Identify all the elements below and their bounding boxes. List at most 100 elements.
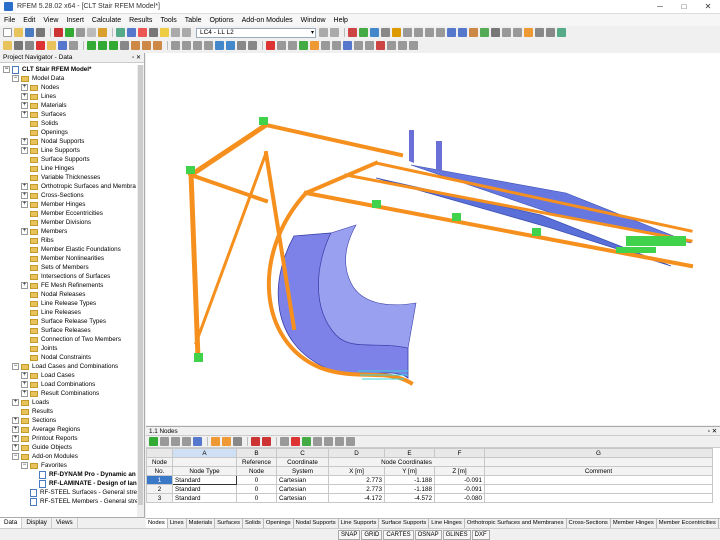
tree-node[interactable]: Solids xyxy=(0,119,138,128)
open-folder-icon[interactable] xyxy=(14,28,23,37)
column-header-d[interactable]: D xyxy=(328,448,385,458)
tree-node[interactable]: + Member Hinges xyxy=(0,200,138,209)
undo-icon[interactable] xyxy=(54,28,63,37)
node-icon[interactable] xyxy=(3,41,12,50)
expand-icon[interactable]: + xyxy=(21,390,28,397)
model-3d-render[interactable] xyxy=(146,53,720,425)
camera-icon[interactable] xyxy=(332,41,341,50)
table-icon[interactable] xyxy=(149,28,158,37)
measure-icon[interactable] xyxy=(513,28,522,37)
tree-node[interactable]: Surface Supports xyxy=(0,155,138,164)
grid-icon[interactable] xyxy=(546,28,555,37)
tree-node[interactable]: + Orthotropic Surfaces and Membra xyxy=(0,182,138,191)
perspective-icon[interactable] xyxy=(365,41,374,50)
deformation-icon[interactable] xyxy=(359,28,368,37)
tree-node[interactable]: RF-DYNAM Pro - Dynamic an xyxy=(0,470,138,479)
table-row[interactable]: 3 Standard 0 Cartesian -4.172 -4.572 -0.… xyxy=(146,493,713,503)
opening-icon[interactable] xyxy=(69,41,78,50)
snap-icon[interactable] xyxy=(557,28,566,37)
zoom-window-icon[interactable] xyxy=(458,28,467,37)
table-excel-icon[interactable] xyxy=(302,437,311,446)
table-tab[interactable]: Lines xyxy=(168,519,187,528)
menu-insert[interactable]: Insert xyxy=(62,17,88,24)
next-load-case-icon[interactable] xyxy=(330,28,339,37)
table-undo-icon[interactable] xyxy=(233,437,242,446)
navigator-pin-close[interactable]: ▫ ✕ xyxy=(132,54,141,61)
menu-tools[interactable]: Tools xyxy=(156,17,180,24)
close-button[interactable]: ✕ xyxy=(696,2,720,11)
table-select-icon[interactable] xyxy=(291,437,300,446)
view-iso-icon[interactable] xyxy=(403,28,412,37)
table-tab[interactable]: Nodes xyxy=(146,519,168,528)
tree-node[interactable]: − Favorites xyxy=(0,461,138,470)
tree-node[interactable]: Member Elastic Foundations xyxy=(0,245,138,254)
menu-calculate[interactable]: Calculate xyxy=(88,17,125,24)
collapse-icon[interactable]: − xyxy=(21,462,28,469)
connect-icon[interactable] xyxy=(226,41,235,50)
settings-icon[interactable] xyxy=(387,41,396,50)
cell-system[interactable]: Cartesian xyxy=(276,484,329,494)
section-icon[interactable] xyxy=(392,28,401,37)
table-export-icon[interactable] xyxy=(193,437,202,446)
cell-ref-node[interactable]: 0 xyxy=(236,493,277,503)
expand-icon[interactable]: + xyxy=(21,138,28,145)
column-header-e[interactable]: E xyxy=(384,448,435,458)
tree-node[interactable]: Intersections of Surfaces xyxy=(0,272,138,281)
tree-node[interactable]: Member Divisions xyxy=(0,218,138,227)
cell-node-type[interactable]: Standard xyxy=(172,493,237,503)
expand-icon[interactable]: + xyxy=(21,102,28,109)
animation-icon[interactable] xyxy=(381,28,390,37)
tree-node[interactable]: + Printout Reports xyxy=(0,434,138,443)
table-copy-icon[interactable] xyxy=(171,437,180,446)
table-tab[interactable]: Member Hinges xyxy=(611,519,657,528)
arc-icon[interactable] xyxy=(25,41,34,50)
menu-window[interactable]: Window xyxy=(297,17,330,24)
expand-icon[interactable]: + xyxy=(12,417,19,424)
copy-icon[interactable] xyxy=(87,28,96,37)
filter-icon[interactable] xyxy=(299,41,308,50)
paste-icon[interactable] xyxy=(98,28,107,37)
expand-icon[interactable]: + xyxy=(21,183,28,190)
calculate-icon[interactable] xyxy=(127,28,136,37)
column-header-c[interactable]: C xyxy=(276,448,329,458)
table-tab[interactable]: Materials xyxy=(187,519,216,528)
status-cartes[interactable]: CARTES xyxy=(383,529,414,540)
menu-help[interactable]: Help xyxy=(330,17,352,24)
tree-node[interactable]: Line Hinges xyxy=(0,164,138,173)
surface-support-icon[interactable] xyxy=(109,41,118,50)
tree-node[interactable]: Ribs xyxy=(0,236,138,245)
load-icon[interactable] xyxy=(131,41,140,50)
print-icon[interactable] xyxy=(36,28,45,37)
tree-node[interactable]: + Result Combinations xyxy=(0,389,138,398)
scale-icon[interactable] xyxy=(204,41,213,50)
cell-x[interactable]: -4.172 xyxy=(328,493,385,503)
visibility-icon[interactable] xyxy=(491,28,500,37)
tree-node[interactable]: − Load Cases and Combinations xyxy=(0,362,138,371)
tree-node[interactable]: + FE Mesh Refinements xyxy=(0,281,138,290)
tree-node[interactable]: RF-LAMINATE - Design of lan xyxy=(0,479,138,488)
cell-y[interactable]: -1.188 xyxy=(384,484,435,494)
table-tab[interactable]: Line Hinges xyxy=(429,519,465,528)
cell-comment[interactable] xyxy=(484,484,713,494)
tree-node[interactable]: + Loads xyxy=(0,398,138,407)
menu-add-on-modules[interactable]: Add-on Modules xyxy=(238,17,297,24)
color-icon[interactable] xyxy=(310,41,319,50)
redo-icon[interactable] xyxy=(65,28,74,37)
expand-icon[interactable]: + xyxy=(21,282,28,289)
collapse-icon[interactable]: − xyxy=(12,363,19,370)
tree-node[interactable]: − Add-on Modules xyxy=(0,452,138,461)
status-snap[interactable]: SNAP xyxy=(338,529,361,540)
table-row[interactable]: 1 Standard 0 Cartesian 2.773 -1.188 -0.0… xyxy=(146,475,713,485)
table-paste-icon[interactable] xyxy=(182,437,191,446)
column-header-b[interactable]: B xyxy=(236,448,277,458)
dimension-icon[interactable] xyxy=(524,28,533,37)
table-edit-icon[interactable] xyxy=(149,437,158,446)
surface-icon[interactable] xyxy=(47,41,56,50)
values-icon[interactable] xyxy=(370,28,379,37)
row-number[interactable]: 1 xyxy=(146,475,173,485)
status-dxf[interactable]: DXF xyxy=(471,529,490,540)
clipping-icon[interactable] xyxy=(354,41,363,50)
new-file-icon[interactable] xyxy=(3,28,12,37)
maximize-button[interactable]: □ xyxy=(672,2,696,11)
show-results-icon[interactable] xyxy=(348,28,357,37)
